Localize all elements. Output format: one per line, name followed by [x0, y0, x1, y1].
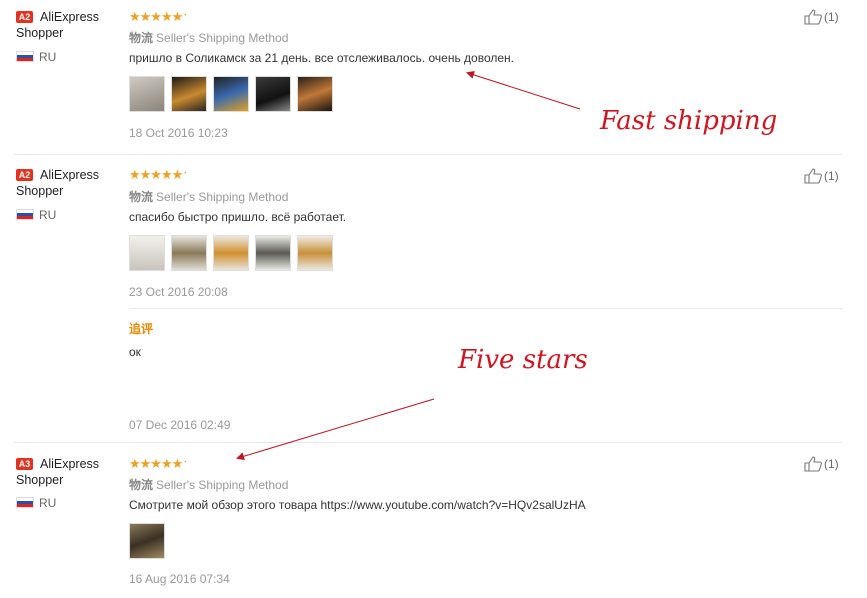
fast-shipping-arrow — [466, 71, 581, 110]
annotation-fast-shipping: Fast shipping — [600, 106, 778, 136]
annotation-five-stars: Five stars — [458, 345, 588, 375]
five-stars-arrow — [236, 398, 435, 461]
annotation-arrows — [236, 71, 581, 461]
